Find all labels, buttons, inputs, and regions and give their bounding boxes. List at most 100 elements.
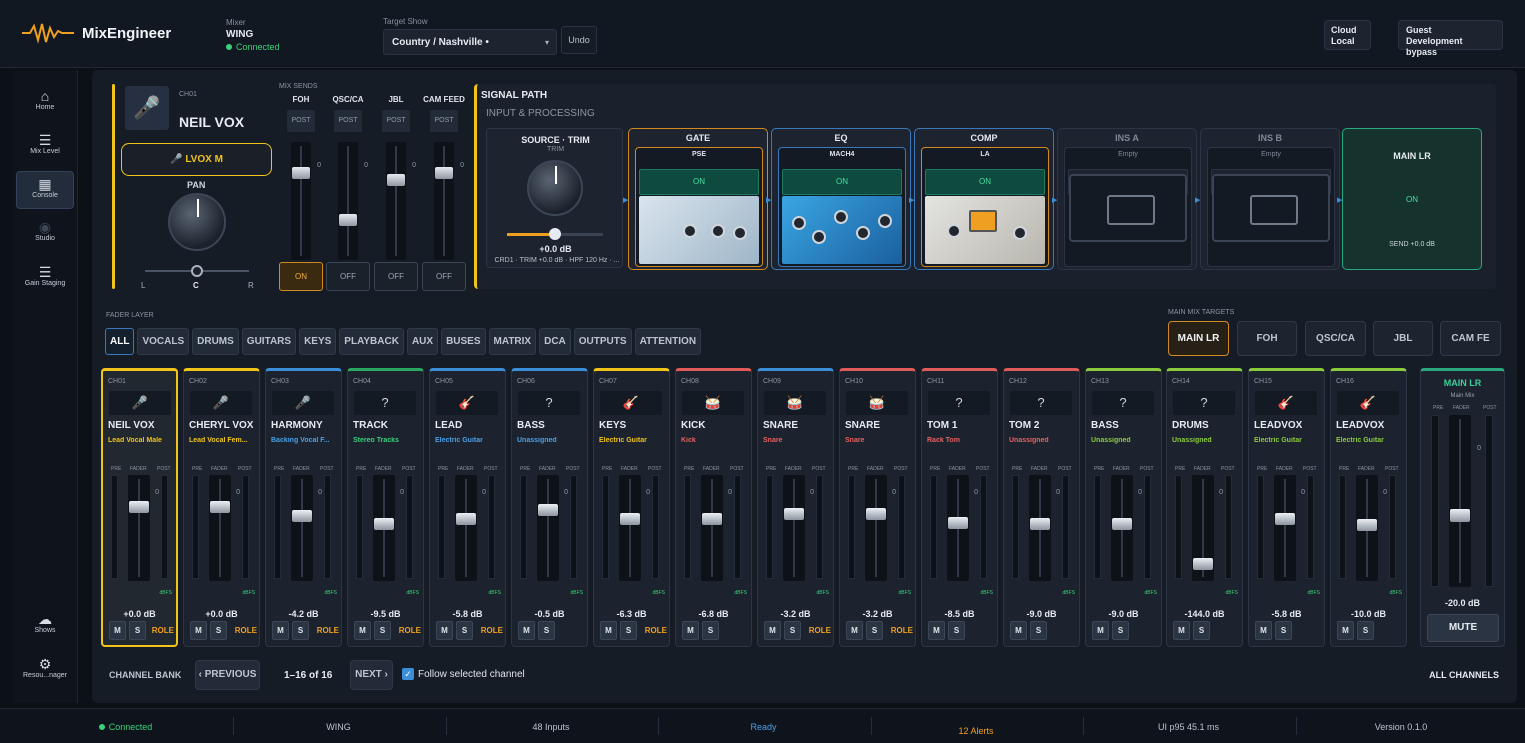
tab-aux[interactable]: AUX bbox=[406, 328, 439, 355]
channel-fader-cap[interactable] bbox=[866, 508, 886, 521]
mix-target-jbl[interactable]: JBL bbox=[1373, 321, 1433, 356]
solo-button[interactable]: S bbox=[784, 621, 801, 640]
source-trim-card[interactable]: SOURCE · TRIM TRIM +0.0 dB CRD1 · TRIM +… bbox=[486, 128, 623, 268]
main-lr-output-card[interactable]: MAIN LR ON SEND +0.0 dB bbox=[1342, 128, 1482, 270]
send-fader[interactable]: 0 bbox=[291, 142, 321, 260]
tab-playback[interactable]: PLAYBACK bbox=[339, 328, 404, 355]
cloud-local-toggle[interactable]: Cloud Local bbox=[1324, 20, 1371, 50]
send-fader-cap[interactable] bbox=[339, 213, 357, 226]
solo-button[interactable]: S bbox=[129, 621, 146, 640]
channel-fader-cap[interactable] bbox=[538, 503, 558, 516]
channel-strip-ch05[interactable]: CH05 🎸 LEAD Electric Guitar PRE FADER POST 0 dBF… bbox=[429, 368, 506, 647]
solo-button[interactable]: S bbox=[1357, 621, 1374, 640]
solo-button[interactable]: S bbox=[456, 621, 473, 640]
processing-slot-ins-b[interactable]: INS B EmptyEMPTY bbox=[1200, 128, 1340, 270]
channel-strip-ch07[interactable]: CH07 🎸 KEYS Electric Guitar PRE FADER POST 0 dBF… bbox=[593, 368, 670, 647]
solo-button[interactable]: S bbox=[948, 621, 965, 640]
send-post-button[interactable]: POST bbox=[382, 110, 410, 132]
channel-fader-cap[interactable] bbox=[620, 513, 640, 526]
channel-strip-ch02[interactable]: CH02 🎤 CHERYL VOX Lead Vocal Fem... PRE FADER… bbox=[183, 368, 260, 647]
solo-button[interactable]: S bbox=[1030, 621, 1047, 640]
sidebar-item-studio[interactable]: ◉ Studio bbox=[16, 215, 74, 253]
channel-strip-ch14[interactable]: CH14? DRUMS Unassigned PRE FADER POST 0 dBFS -14… bbox=[1166, 368, 1243, 647]
mix-target-foh[interactable]: FOH bbox=[1237, 321, 1297, 356]
send-fader[interactable]: 0 bbox=[338, 142, 368, 260]
mute-button[interactable]: M bbox=[682, 621, 699, 640]
processing-slot-ins-a[interactable]: INS A EmptyEMPTY bbox=[1057, 128, 1197, 270]
sidebar-item-shows[interactable]: ☁ Shows bbox=[16, 607, 74, 645]
all-channels-link[interactable]: ALL CHANNELS bbox=[1429, 670, 1499, 680]
tab-drums[interactable]: DRUMS bbox=[192, 328, 239, 355]
send-post-button[interactable]: POST bbox=[334, 110, 362, 132]
role-button[interactable]: ROLE bbox=[809, 626, 831, 635]
mute-button[interactable]: M bbox=[436, 621, 453, 640]
slot-state-button[interactable]: ON bbox=[639, 169, 759, 195]
channel-fader-cap[interactable] bbox=[702, 513, 722, 526]
solo-button[interactable]: S bbox=[538, 621, 555, 640]
channel-strip-ch10[interactable]: CH10 🥁 SNARE Snare PRE FADER POST 0 dBFS -3.2 dB M… bbox=[839, 368, 916, 647]
channel-fader[interactable]: 0 bbox=[1192, 475, 1223, 581]
channel-strip-ch03[interactable]: CH03 🎤 HARMONY Backing Vocal F... PRE FADER PO… bbox=[265, 368, 342, 647]
role-button[interactable]: ROLE bbox=[481, 626, 503, 635]
target-show-select[interactable]: Country / Nashville • ▾ bbox=[383, 29, 557, 55]
master-fader-cap[interactable] bbox=[1450, 509, 1470, 522]
mute-button[interactable]: M bbox=[272, 621, 289, 640]
channel-strip-ch01[interactable]: CH01 🎤 NEIL VOX Lead Vocal Male PRE FADER POST… bbox=[101, 368, 178, 647]
channel-strip-ch08[interactable]: CH08 🥁 KICK Kick PRE FADER POST 0 dBFS -6.8 dB M S bbox=[675, 368, 752, 647]
channel-fader[interactable]: 0 bbox=[373, 475, 404, 581]
role-button[interactable]: ROLE bbox=[645, 626, 667, 635]
channel-role-button[interactable]: 🎤 LVOX M bbox=[121, 143, 272, 176]
tab-all[interactable]: ALL bbox=[105, 328, 135, 355]
send-post-button[interactable]: POST bbox=[287, 110, 315, 132]
send-on-off-button[interactable]: OFF bbox=[374, 262, 418, 291]
channel-fader[interactable]: 0 bbox=[1111, 475, 1142, 581]
channel-fader-cap[interactable] bbox=[1275, 512, 1295, 525]
solo-button[interactable]: S bbox=[210, 621, 227, 640]
channel-fader[interactable]: 0 bbox=[537, 475, 568, 581]
tab-matrix[interactable]: MATRIX bbox=[488, 328, 537, 355]
slot-state-button[interactable]: ON bbox=[925, 169, 1045, 195]
channel-fader[interactable]: 0 bbox=[455, 475, 486, 581]
channel-fader-cap[interactable] bbox=[948, 516, 968, 529]
channel-fader-cap[interactable] bbox=[1030, 517, 1050, 530]
pan-slider-thumb[interactable] bbox=[191, 265, 203, 277]
next-bank-button[interactable]: NEXT › bbox=[350, 660, 393, 690]
role-button[interactable]: ROLE bbox=[891, 626, 913, 635]
solo-button[interactable]: S bbox=[292, 621, 309, 640]
tab-outputs[interactable]: OUTPUTS bbox=[573, 328, 632, 355]
channel-fader-cap[interactable] bbox=[374, 517, 394, 530]
send-on-off-button[interactable]: OFF bbox=[422, 262, 466, 291]
slot-plugin-panel[interactable]: EmptyEMPTY bbox=[1064, 147, 1192, 267]
processing-slot-gate[interactable]: GATE PSE ON bbox=[628, 128, 768, 270]
channel-fader-cap[interactable] bbox=[784, 508, 804, 521]
tab-vocals[interactable]: VOCALS bbox=[137, 328, 190, 355]
channel-fader-cap[interactable] bbox=[1112, 517, 1132, 530]
channel-strip-ch15[interactable]: CH15 🎸 LEADVOX Electric Guitar PRE FADER POST 0… bbox=[1248, 368, 1325, 647]
undo-button[interactable]: Undo bbox=[561, 26, 597, 54]
sidebar-item-mix-level[interactable]: ☰ Mix Level bbox=[16, 128, 74, 166]
app-logo[interactable]: MixEngineer bbox=[22, 22, 171, 44]
solo-button[interactable]: S bbox=[374, 621, 391, 640]
mute-button[interactable]: M bbox=[846, 621, 863, 640]
role-button[interactable]: ROLE bbox=[317, 626, 339, 635]
mute-button[interactable]: M bbox=[109, 621, 126, 640]
channel-fader-cap[interactable] bbox=[129, 501, 149, 514]
channel-fader[interactable]: 0 bbox=[701, 475, 732, 581]
channel-fader[interactable]: 0 bbox=[209, 475, 240, 581]
channel-fader[interactable]: 0 bbox=[947, 475, 978, 581]
slot-plugin-panel[interactable]: EmptyEMPTY bbox=[1207, 147, 1335, 267]
solo-button[interactable]: S bbox=[1112, 621, 1129, 640]
channel-fader-cap[interactable] bbox=[210, 501, 230, 514]
send-fader-cap[interactable] bbox=[292, 166, 310, 179]
send-fader[interactable]: 0 bbox=[434, 142, 464, 260]
processing-slot-comp[interactable]: COMP LA ON bbox=[914, 128, 1054, 270]
sidebar-item-home[interactable]: ⌂ Home bbox=[16, 84, 74, 122]
mix-target-qsc-ca[interactable]: QSC/CA bbox=[1305, 321, 1366, 356]
tab-guitars[interactable]: GUITARS bbox=[241, 328, 297, 355]
tab-buses[interactable]: BUSES bbox=[441, 328, 486, 355]
channel-name[interactable]: NEIL VOX bbox=[179, 114, 244, 130]
send-fader[interactable]: 0 bbox=[386, 142, 416, 260]
channel-strip-ch06[interactable]: CH06? BASS Unassigned PRE FADER POST 0 dBFS -0.5… bbox=[511, 368, 588, 647]
checkbox-checked-icon[interactable]: ✓ bbox=[402, 668, 414, 680]
channel-fader-cap[interactable] bbox=[456, 512, 476, 525]
